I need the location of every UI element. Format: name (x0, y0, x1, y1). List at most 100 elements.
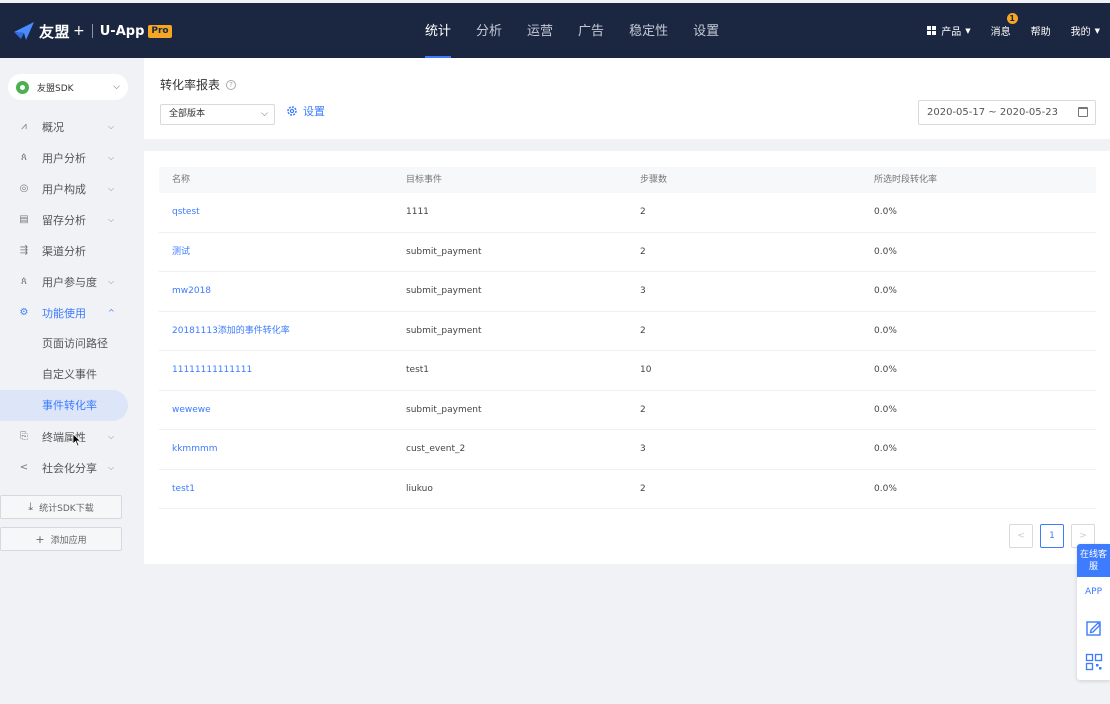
row-name-link[interactable]: wewewe (172, 391, 211, 430)
nav-tab-analysis[interactable]: 分析 (476, 3, 502, 58)
row-target-event: submit_payment (406, 325, 482, 336)
add-app-label: 添加应用 (50, 535, 87, 546)
sidebar-item-label: 渠道分析 (42, 244, 86, 258)
caret-down-icon: ▼ (1094, 26, 1100, 35)
sidebar-item-retention[interactable]: ▤ 留存分析 ⌵ (0, 204, 128, 235)
plus-icon: + (35, 532, 45, 546)
sidebar-item-user-analysis[interactable]: ጰ 用户分析 ⌵ (0, 142, 128, 173)
chevron-down-icon: ⌵ (108, 214, 115, 224)
table-row: mw2018 submit_payment 3 0.0% (159, 272, 1096, 312)
sidebar-item-device[interactable]: ⎘ 终端属性 ⌵ (0, 421, 128, 452)
date-range-picker[interactable]: 2020-05-17 ~ 2020-05-23 (918, 100, 1096, 125)
floating-toolbar: 在线客服 APP (1077, 544, 1110, 680)
messages-label: 消息 (990, 27, 1011, 38)
pagination-prev-button[interactable]: < (1009, 524, 1033, 548)
table-row: 11111111111111 test1 10 0.0% (159, 351, 1096, 391)
sdk-download-button[interactable]: ⤓ 统计SDK下载 (0, 495, 122, 519)
mine-menu[interactable]: 我的 ▼ (1070, 23, 1100, 39)
sidebar-item-feature-usage[interactable]: ⚙ 功能使用 ^ (0, 297, 128, 328)
calendar-icon (1078, 107, 1088, 117)
row-target-event: 1111 (406, 207, 429, 217)
sidebar-item-social-share[interactable]: < 社会化分享 ⌵ (0, 452, 128, 483)
sidebar-subitem-page-path[interactable]: 页面访问路径 (0, 328, 128, 359)
mouse-cursor-icon (72, 433, 82, 447)
brand-name: 友盟 (39, 22, 71, 41)
table-row: wewewe submit_payment 2 0.0% (159, 391, 1096, 430)
row-steps: 10 (640, 365, 652, 375)
umeng-logo[interactable]: 友盟 + U-App Pro (12, 19, 172, 43)
online-service-button[interactable]: 在线客服 (1077, 544, 1110, 577)
sidebar-subitem-custom-events[interactable]: 自定义事件 (0, 359, 128, 390)
add-app-button[interactable]: + 添加应用 (0, 527, 122, 551)
help-icon[interactable]: ? (226, 79, 237, 90)
main-nav: 统计 分析 运营 广告 稳定性 设置 (425, 3, 744, 58)
products-label: 产品 (941, 27, 962, 38)
row-conversion-rate: 0.0% (874, 483, 897, 494)
table-row: test1 liukuo 2 0.0% (159, 470, 1096, 509)
products-menu[interactable]: 产品 ▼ (927, 23, 971, 38)
settings-link[interactable]: 设置 (286, 103, 325, 119)
messages-button[interactable]: 消息 1 (990, 13, 1018, 38)
sidebar-item-label: 功能使用 (42, 306, 86, 320)
feedback-edit-icon[interactable] (1085, 619, 1103, 637)
version-select[interactable]: 全部版本 ⌵ (160, 104, 275, 125)
engagement-icon: ጰ (21, 275, 27, 287)
pagination-page-1[interactable]: 1 (1040, 524, 1064, 548)
row-conversion-rate: 0.0% (874, 286, 897, 296)
row-target-event: submit_payment (406, 404, 482, 415)
chevron-down-icon: ⌵ (108, 183, 115, 193)
sidebar-subitem-event-conversion[interactable]: 事件转化率 (0, 390, 128, 421)
qr-code-icon[interactable] (1085, 653, 1103, 671)
nav-tab-operations[interactable]: 运营 (527, 3, 553, 58)
sidebar-item-overview[interactable]: ⩘ 概况 ⌵ (0, 111, 128, 142)
nav-tab-statistics[interactable]: 统计 (425, 3, 452, 58)
row-steps: 3 (640, 444, 646, 454)
row-target-event: cust_event_2 (406, 444, 466, 454)
chart-icon: ⩘ (21, 120, 27, 132)
help-label: 帮助 (1030, 27, 1051, 38)
column-header-name: 名称 (172, 175, 191, 185)
row-name-link[interactable]: kkmmmm (172, 430, 218, 469)
row-conversion-rate: 0.0% (874, 325, 897, 336)
row-conversion-rate: 0.0% (874, 444, 897, 454)
version-select-value: 全部版本 (169, 109, 206, 119)
row-name-link[interactable]: 20181113添加的事件转化率 (172, 312, 290, 351)
channel-icon: ⇶ (19, 244, 29, 256)
row-name-link[interactable]: test1 (172, 470, 195, 509)
share-icon: < (19, 461, 29, 473)
nav-tab-settings[interactable]: 设置 (693, 3, 719, 58)
messages-badge: 1 (1006, 13, 1018, 24)
row-name-link[interactable]: 测试 (172, 233, 190, 272)
chevron-down-icon: ⌵ (108, 462, 115, 472)
column-header-conversion-rate: 所选时段转化率 (874, 175, 938, 185)
sidebar-item-label: 概况 (42, 120, 64, 134)
sidebar-item-label: 社会化分享 (42, 461, 97, 475)
row-name-link[interactable]: mw2018 (172, 272, 211, 311)
app-selector[interactable]: 友盟SDK ⌵ (8, 74, 128, 100)
download-icon: ⤓ (28, 500, 34, 513)
table-row: 20181113添加的事件转化率 submit_payment 2 0.0% (159, 312, 1096, 351)
table-row: qstest 1111 2 0.0% (159, 193, 1096, 233)
nav-tab-ads[interactable]: 广告 (578, 3, 604, 58)
sidebar-item-channel[interactable]: ⇶ 渠道分析 (0, 235, 128, 266)
app-download-button[interactable]: APP (1077, 587, 1110, 597)
umeng-bird-icon (14, 22, 34, 40)
row-steps: 2 (640, 325, 646, 336)
row-name-link[interactable]: qstest (172, 193, 200, 232)
row-conversion-rate: 0.0% (874, 207, 897, 217)
sidebar-item-label: 用户参与度 (42, 275, 97, 289)
caret-down-icon: ▼ (965, 26, 971, 35)
sidebar-item-user-composition[interactable]: ◎ 用户构成 ⌵ (0, 173, 128, 204)
help-button[interactable]: 帮助 (1031, 23, 1051, 38)
row-conversion-rate: 0.0% (874, 365, 897, 375)
nav-tab-stability[interactable]: 稳定性 (629, 3, 668, 58)
row-name-link[interactable]: 11111111111111 (172, 351, 252, 390)
top-edge-tab (931, 0, 957, 3)
chevron-down-icon: ⌵ (113, 82, 120, 92)
page-title: 转化率报表 ? (160, 76, 237, 93)
pro-badge: Pro (148, 24, 172, 38)
chevron-down-icon: ⌵ (108, 431, 115, 441)
sidebar-item-engagement[interactable]: ጰ 用户参与度 ⌵ (0, 266, 128, 297)
mine-label: 我的 (1070, 27, 1091, 38)
app-status-icon (16, 80, 29, 94)
